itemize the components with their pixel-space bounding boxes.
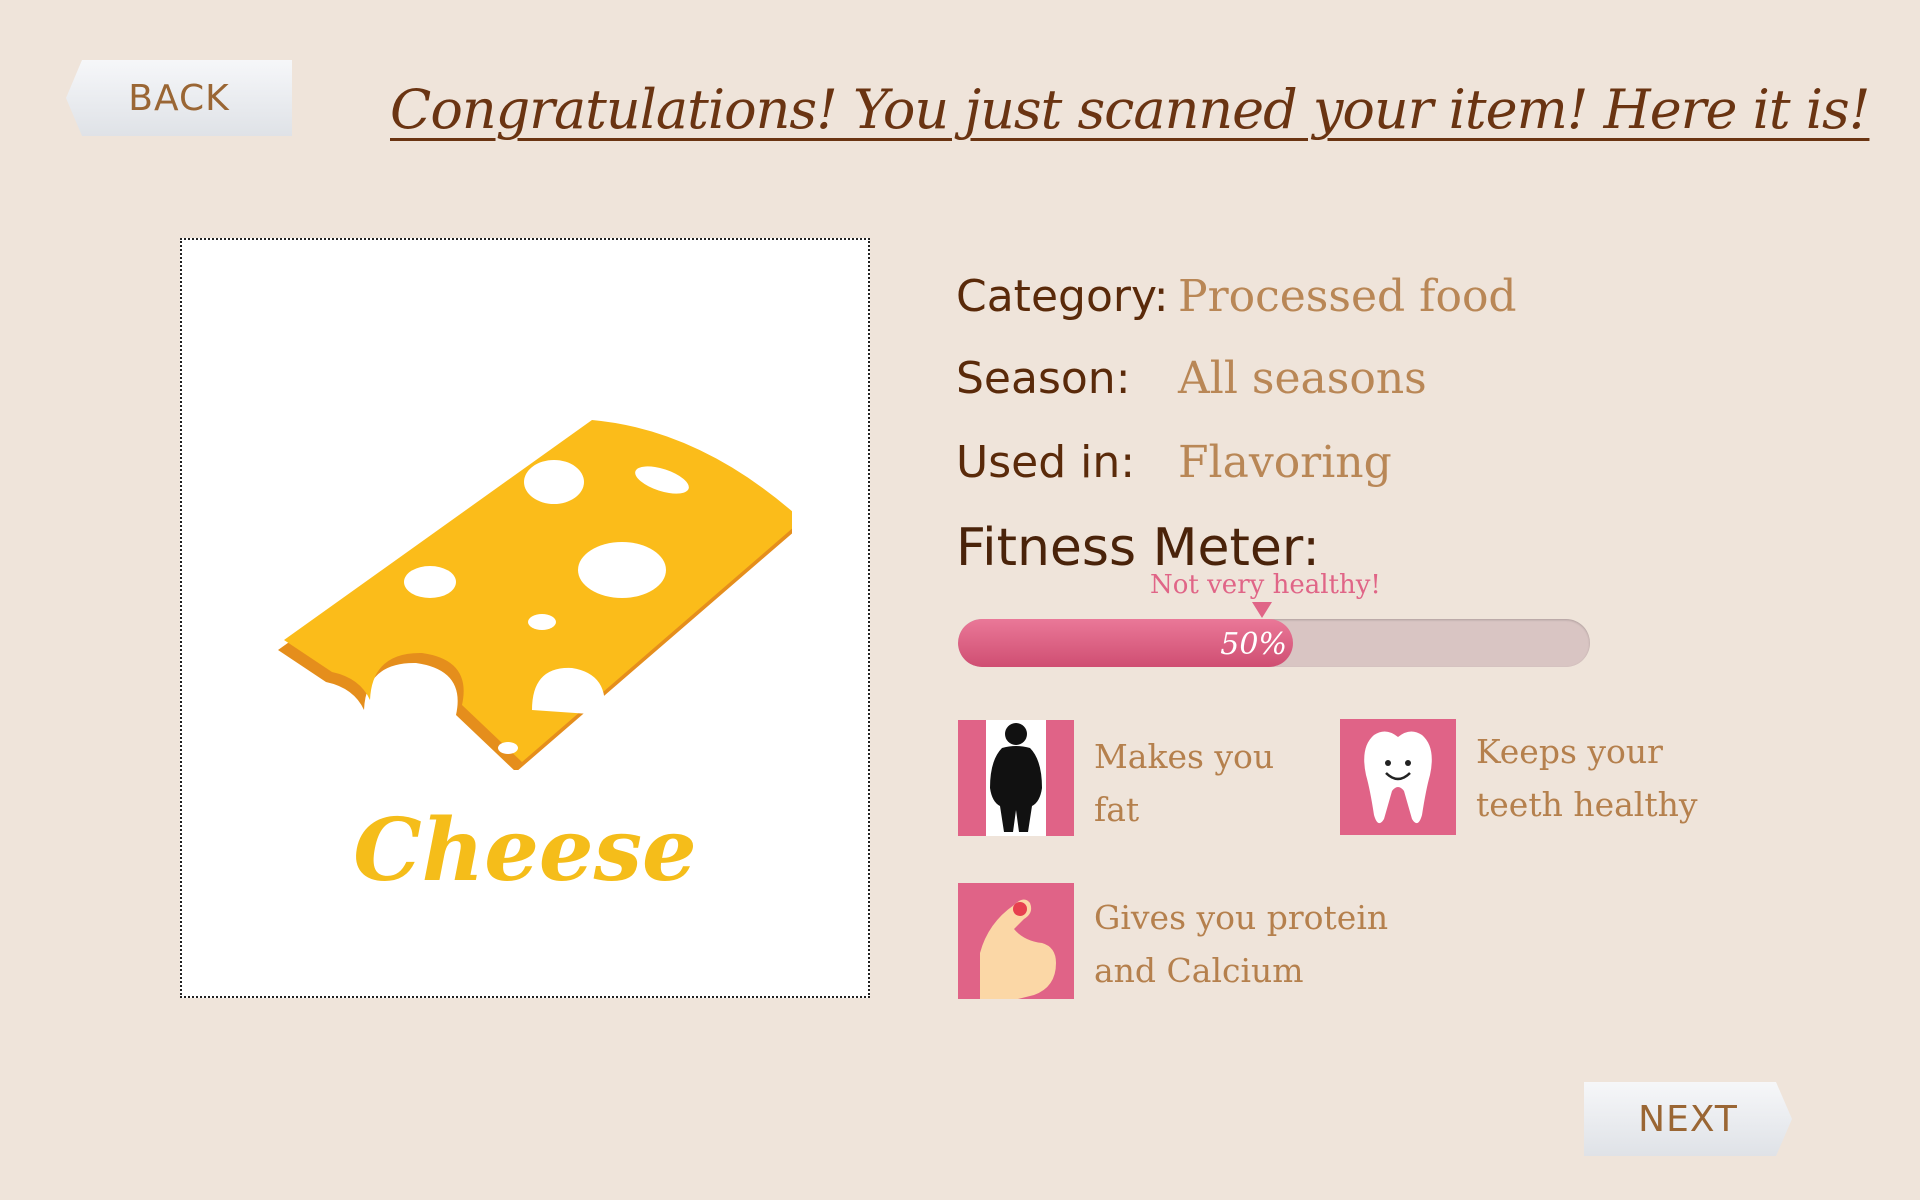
item-card: Cheese xyxy=(180,238,870,998)
overweight-person-icon xyxy=(958,720,1074,836)
smiling-tooth-icon xyxy=(1340,719,1456,835)
fitness-meter: 50% xyxy=(958,619,1590,667)
detail-value: Flavoring xyxy=(1178,436,1392,488)
benefit-item: Gives you protein and Calcium xyxy=(958,883,1394,999)
benefit-item: Makes you fat xyxy=(958,720,1314,836)
detail-label: Category: xyxy=(956,270,1169,322)
back-button[interactable]: BACK xyxy=(66,60,292,136)
fitness-meter-fill: 50% xyxy=(958,619,1293,667)
detail-season: Season: All seasons xyxy=(956,348,1427,408)
detail-used-in: Used in: Flavoring xyxy=(956,432,1392,492)
flexed-arm-icon xyxy=(958,883,1074,999)
next-button-label: NEXT xyxy=(1638,1098,1738,1140)
detail-label: Season: xyxy=(956,352,1131,404)
benefit-text: Gives you protein and Calcium xyxy=(1094,898,1389,990)
detail-value: All seasons xyxy=(1178,352,1427,404)
page-title: Congratulations! You just scanned your i… xyxy=(390,78,1870,141)
fitness-meter-note: Not very healthy! xyxy=(1150,570,1381,600)
back-button-label: BACK xyxy=(128,77,230,119)
next-button[interactable]: NEXT xyxy=(1584,1082,1792,1156)
benefit-item: Keeps your teeth healthy xyxy=(1340,719,1736,835)
benefit-text: Keeps your teeth healthy xyxy=(1476,732,1698,824)
fitness-meter-title: Fitness Meter: xyxy=(956,518,1320,578)
detail-label: Used in: xyxy=(956,436,1136,488)
detail-value: Processed food xyxy=(1178,270,1517,322)
meter-pointer-icon xyxy=(1252,602,1272,618)
cheese-image xyxy=(278,420,792,770)
benefit-text: Makes you fat xyxy=(1094,737,1275,829)
item-name: Cheese xyxy=(353,800,697,901)
fitness-meter-percent: 50% xyxy=(1220,627,1287,662)
detail-category: Category: Processed food xyxy=(956,266,1517,326)
